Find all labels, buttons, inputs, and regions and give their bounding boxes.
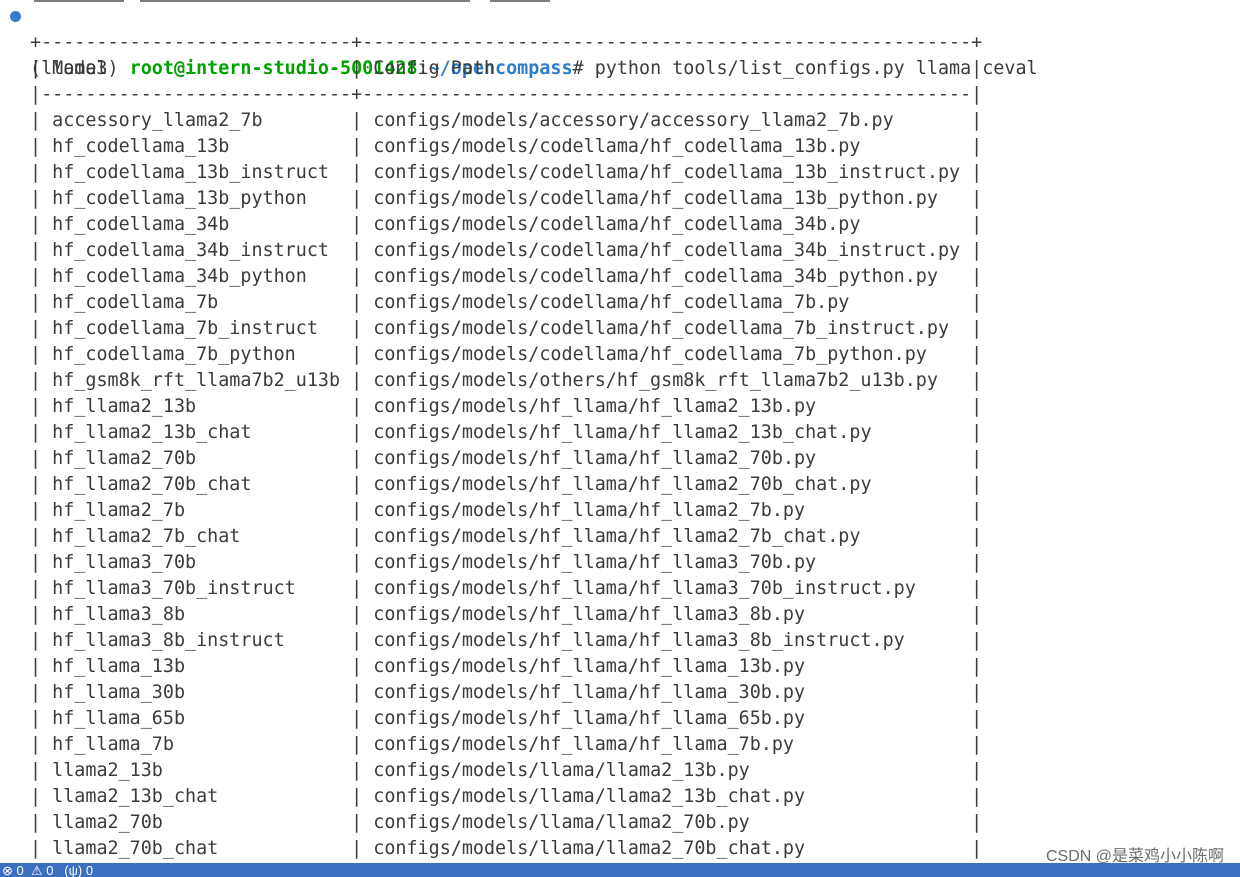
cell-model: hf_llama3_8b_instruct <box>52 630 285 651</box>
cell-model: hf_llama_65b <box>52 708 186 729</box>
cell-config-path: configs/models/hf_llama/hf_llama3_70b_in… <box>373 578 916 599</box>
cell-config-path: configs/models/hf_llama/hf_llama_65b.py <box>373 708 806 729</box>
cell-model: hf_llama_30b <box>52 682 186 703</box>
cell-config-path: configs/models/llama/llama2_70b.py <box>373 812 750 833</box>
cell-model: hf_codellama_7b_instruct <box>52 318 318 339</box>
cell-config-path: configs/models/hf_llama/hf_llama3_8b_ins… <box>373 630 905 651</box>
cell-config-path: configs/models/hf_llama/hf_llama2_70b.py <box>373 448 817 469</box>
cell-config-path: configs/models/hf_llama/hf_llama3_70b.py <box>373 552 817 573</box>
cell-config-path: configs/models/codellama/hf_codellama_34… <box>373 266 938 287</box>
cell-config-path: configs/models/hf_llama/hf_llama3_8b.py <box>373 604 806 625</box>
cell-model: llama2_13b <box>52 760 163 781</box>
cell-config-path: configs/models/accessory/accessory_llama… <box>373 110 894 131</box>
cell-model: hf_llama_7b <box>52 734 174 755</box>
cell-config-path: configs/models/hf_llama/hf_llama2_13b.py <box>373 396 817 417</box>
cell-model: hf_llama2_70b <box>52 448 197 469</box>
cell-model: llama2_70b_chat <box>52 838 219 859</box>
cell-model: hf_codellama_7b <box>52 292 219 313</box>
status-bar[interactable]: ⊗ 0 ⚠ 0 (ψ) 0 <box>0 863 1240 877</box>
cell-config-path: configs/models/hf_llama/hf_llama2_70b_ch… <box>373 474 872 495</box>
cell-config-path: configs/models/others/hf_gsm8k_rft_llama… <box>373 370 938 391</box>
cell-config-path: configs/models/codellama/hf_codellama_7b… <box>373 318 950 339</box>
status-problems-count[interactable]: ⊗ 0 ⚠ 0 (ψ) 0 <box>2 864 93 877</box>
cell-model: hf_llama2_13b_chat <box>52 422 252 443</box>
cell-model: hf_codellama_34b_instruct <box>52 240 329 261</box>
cell-model: llama2_70b <box>52 812 163 833</box>
cell-config-path: configs/models/hf_llama/hf_llama2_7b_cha… <box>373 526 861 547</box>
prompt-line: (llama3) root@intern-studio-5001428:~/op… <box>0 4 1240 79</box>
cell-config-path: configs/models/codellama/hf_codellama_13… <box>373 136 861 157</box>
cell-model: hf_llama2_7b <box>52 500 186 521</box>
cell-model: hf_codellama_34b_python <box>52 266 307 287</box>
header-config-path: Config Path <box>373 58 496 79</box>
cell-model: accessory_llama2_7b <box>52 110 263 131</box>
cell-config-path: configs/models/codellama/hf_codellama_34… <box>373 240 961 261</box>
cell-config-path: configs/models/codellama/hf_codellama_7b… <box>373 292 850 313</box>
header-model: Model <box>52 58 108 79</box>
cell-model: hf_llama3_8b <box>52 604 186 625</box>
cell-model: hf_llama_13b <box>52 656 186 677</box>
cell-model: hf_llama3_70b_instruct <box>52 578 296 599</box>
cell-model: hf_llama3_70b <box>52 552 197 573</box>
cell-config-path: configs/models/codellama/hf_codellama_34… <box>373 214 861 235</box>
cell-config-path: configs/models/codellama/hf_codellama_7b… <box>373 344 927 365</box>
cell-model: hf_codellama_13b <box>52 136 230 157</box>
command-status-dot-icon[interactable] <box>10 11 21 22</box>
cell-model: hf_codellama_7b_python <box>52 344 296 365</box>
cell-config-path: configs/models/hf_llama/hf_llama2_13b_ch… <box>373 422 872 443</box>
cell-model: hf_gsm8k_rft_llama7b2_u13b <box>52 370 341 391</box>
cell-model: hf_codellama_13b_python <box>52 188 307 209</box>
cell-config-path: configs/models/llama/llama2_13b.py <box>373 760 750 781</box>
cell-config-path: configs/models/llama/llama2_13b_chat.py <box>373 786 806 807</box>
cell-model: hf_codellama_13b_instruct <box>52 162 329 183</box>
cell-model: hf_llama2_7b_chat <box>52 526 241 547</box>
cell-config-path: configs/models/llama/llama2_70b_chat.py <box>373 838 806 859</box>
cell-model: hf_codellama_34b <box>52 214 230 235</box>
terminal-panel[interactable]: (llama3) root@intern-studio-5001428:~/op… <box>0 0 1240 863</box>
cell-config-path: configs/models/hf_llama/hf_llama_7b.py <box>373 734 795 755</box>
cell-config-path: configs/models/hf_llama/hf_llama_30b.py <box>373 682 806 703</box>
cell-model: hf_llama2_13b <box>52 396 197 417</box>
cell-model: hf_llama2_70b_chat <box>52 474 252 495</box>
cell-config-path: configs/models/codellama/hf_codellama_13… <box>373 162 961 183</box>
cell-config-path: configs/models/hf_llama/hf_llama2_7b.py <box>373 500 806 521</box>
cell-config-path: configs/models/codellama/hf_codellama_13… <box>373 188 938 209</box>
cell-model: llama2_13b_chat <box>52 786 219 807</box>
cell-config-path: configs/models/hf_llama/hf_llama_13b.py <box>373 656 806 677</box>
